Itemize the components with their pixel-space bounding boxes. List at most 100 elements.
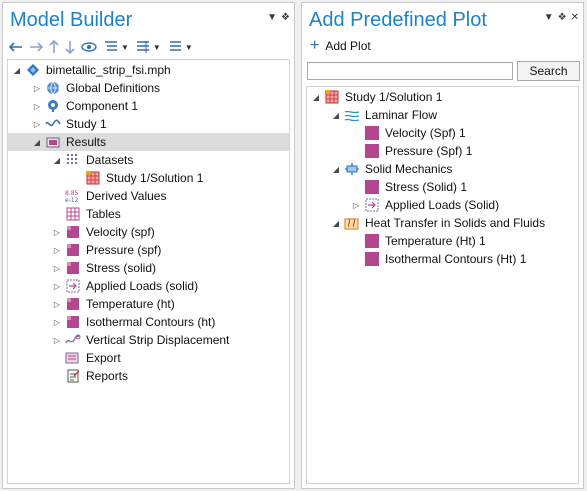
tree-row[interactable]: ◢ Study 1/Solution 1 — [307, 88, 578, 106]
export-icon — [65, 350, 81, 366]
tree-row-label: Tables — [86, 207, 121, 221]
forward-arrow-icon[interactable] — [29, 38, 43, 56]
tree-row[interactable]: ▷ Vertical Strip Displacement — [8, 331, 289, 349]
expand-arrow-icon[interactable]: ▷ — [32, 102, 42, 111]
plot-square-icon — [364, 251, 380, 267]
collapse-arrow-icon[interactable]: ◢ — [52, 156, 62, 165]
tree-row[interactable]: Isothermal Contours (Ht) 1 — [307, 250, 578, 268]
model-tree: ◢ bimetallic_strip_fsi.mph ▷ Global Definit… — [7, 59, 290, 484]
tree-row[interactable]: ▷ Global Definitions — [8, 79, 289, 97]
tree-row-label: Temperature (Ht) 1 — [385, 234, 486, 248]
window-menu-icon[interactable]: ▼ — [267, 13, 277, 23]
expand-arrow-icon[interactable]: ▷ — [52, 336, 62, 345]
tree-row[interactable]: ▷ Applied Loads (Solid) — [307, 196, 578, 214]
tree-row[interactable]: Stress (Solid) 1 — [307, 178, 578, 196]
tree-row-label: Isothermal Contours (ht) — [86, 315, 216, 329]
collapse-arrow-icon[interactable]: ◢ — [331, 111, 341, 120]
add-plot-label: Add Plot — [325, 39, 371, 53]
tree-row-label: Datasets — [86, 153, 134, 167]
tree-row[interactable]: ◢ Laminar Flow — [307, 106, 578, 124]
window-menu-icon[interactable]: ▼ — [544, 13, 554, 23]
tree-row[interactable]: ◢ Solid Mechanics — [307, 160, 578, 178]
plot-group-icon — [65, 296, 81, 312]
plot-square-icon — [364, 179, 380, 195]
add-plot-window-controls: ▼ ❖ ✕ — [544, 13, 579, 23]
results-icon — [45, 134, 61, 150]
collapse-icon[interactable]: ▼ — [135, 38, 161, 56]
tree-row-label: Pressure (spf) — [86, 243, 162, 257]
expand-arrow-icon[interactable]: ▷ — [52, 264, 62, 273]
tree-row-label: Pressure (Spf) 1 — [385, 144, 473, 158]
laminar-flow-icon — [344, 107, 360, 123]
up-arrow-icon[interactable] — [49, 38, 59, 56]
collapse-arrow-icon[interactable]: ◢ — [311, 93, 321, 102]
tree-row[interactable]: ▷ Temperature (ht) — [8, 295, 289, 313]
tree-row[interactable]: ▷ Pressure (spf) — [8, 241, 289, 259]
tree-row-label: Study 1/Solution 1 — [345, 90, 443, 104]
tree-row[interactable]: Pressure (Spf) 1 — [307, 142, 578, 160]
tree-row[interactable]: ◢ Results — [8, 133, 289, 151]
solution-icon — [324, 89, 340, 105]
expand-arrow-icon[interactable]: ▷ — [52, 282, 62, 291]
tree-row-label: Velocity (spf) — [86, 225, 155, 239]
heat-transfer-icon — [344, 215, 360, 231]
tree-row[interactable]: ◢ Datasets — [8, 151, 289, 169]
tree-row[interactable]: Velocity (Spf) 1 — [307, 124, 578, 142]
add-predefined-plot-pane: Add Predefined Plot ▼ ❖ ✕ + Add Plot Sea… — [301, 2, 584, 489]
tree-row[interactable]: ◢ bimetallic_strip_fsi.mph — [8, 61, 289, 79]
search-input[interactable] — [307, 62, 513, 80]
down-arrow-icon[interactable] — [65, 38, 75, 56]
tree-row[interactable]: ▷ Applied Loads (solid) — [8, 277, 289, 295]
model-builder-window-controls: ▼ ❖ — [267, 13, 290, 23]
model-builder-title: Model Builder — [10, 9, 133, 31]
tree-row-label: Laminar Flow — [365, 108, 438, 122]
add-plot-title: Add Predefined Plot — [309, 9, 487, 31]
plus-icon: + — [310, 37, 320, 54]
plot-group-icon — [65, 224, 81, 240]
expand-sections-icon[interactable]: ▼ — [103, 38, 129, 56]
plot-square-icon — [364, 125, 380, 141]
search-button[interactable]: Search — [517, 61, 580, 81]
expand-arrow-icon[interactable]: ▷ — [32, 84, 42, 93]
tree-row[interactable]: 8.85 e-12 Derived Values — [8, 187, 289, 205]
tree-row[interactable]: ▷ Velocity (spf) — [8, 223, 289, 241]
plot-group-icon — [65, 314, 81, 330]
collapse-arrow-icon[interactable]: ◢ — [12, 66, 22, 75]
tree-row[interactable]: Tables — [8, 205, 289, 223]
tree-row[interactable]: ▷ Component 1 — [8, 97, 289, 115]
predefined-plot-tree: ◢ Study 1/Solution 1 ◢ Laminar Flow Velocity… — [306, 86, 579, 484]
tree-row[interactable]: Reports — [8, 367, 289, 385]
add-plot-button[interactable]: + Add Plot — [310, 37, 371, 54]
expand-arrow-icon[interactable]: ▷ — [351, 201, 361, 210]
tree-row-label: Applied Loads (Solid) — [385, 198, 500, 212]
tree-row-label: bimetallic_strip_fsi.mph — [46, 63, 171, 77]
tree-row[interactable]: ◢ Heat Transfer in Solids and Fluids — [307, 214, 578, 232]
tree-row[interactable]: ▷ Isothermal Contours (ht) — [8, 313, 289, 331]
tree-row[interactable]: Study 1/Solution 1 — [8, 169, 289, 187]
expand-arrow-icon[interactable]: ▷ — [52, 228, 62, 237]
pin-icon[interactable]: ❖ — [558, 13, 567, 23]
expand-arrow-icon[interactable]: ▷ — [52, 246, 62, 255]
plot-group-icon — [65, 260, 81, 276]
tree-row-label: Velocity (Spf) 1 — [385, 126, 466, 140]
tree-row[interactable]: Temperature (Ht) 1 — [307, 232, 578, 250]
tree-row[interactable]: ▷ Stress (solid) — [8, 259, 289, 277]
list-icon[interactable]: ▼ — [167, 38, 193, 56]
collapse-arrow-icon[interactable]: ◢ — [331, 219, 341, 228]
solid-mechanics-icon — [344, 161, 360, 177]
close-icon[interactable]: ✕ — [571, 13, 579, 23]
expand-arrow-icon[interactable]: ▷ — [52, 318, 62, 327]
pin-icon[interactable]: ❖ — [281, 13, 290, 23]
tree-row[interactable]: ▷ Study 1 — [8, 115, 289, 133]
show-icon[interactable] — [81, 38, 97, 56]
back-arrow-icon[interactable] — [9, 38, 23, 56]
tree-row-label: Temperature (ht) — [86, 297, 175, 311]
expand-arrow-icon[interactable]: ▷ — [52, 300, 62, 309]
expand-arrow-icon[interactable]: ▷ — [32, 120, 42, 129]
tree-row-label: Results — [66, 135, 107, 149]
plot-square-icon — [364, 143, 380, 159]
collapse-arrow-icon[interactable]: ◢ — [32, 138, 42, 147]
collapse-arrow-icon[interactable]: ◢ — [331, 165, 341, 174]
tree-row[interactable]: Export — [8, 349, 289, 367]
applied-loads-icon — [65, 278, 81, 294]
